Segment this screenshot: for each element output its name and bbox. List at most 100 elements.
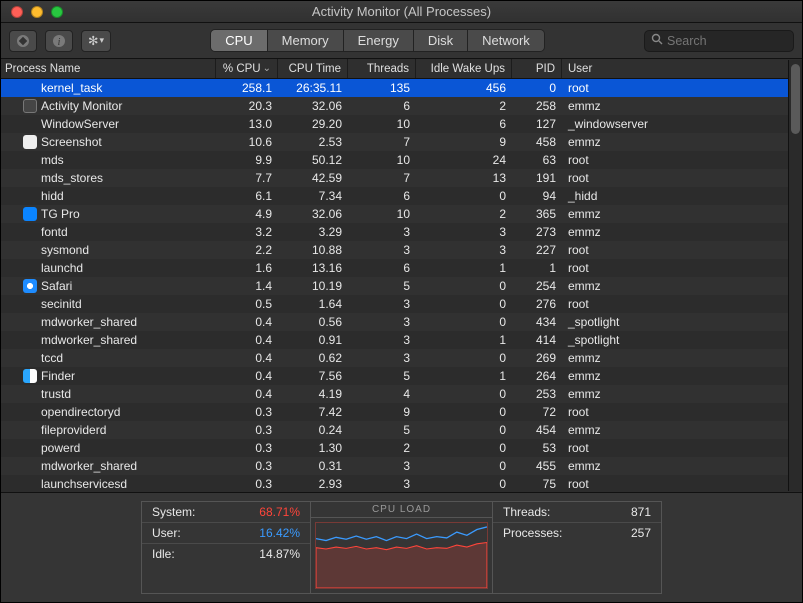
cpu-time-value: 50.12 (278, 151, 348, 169)
table-row[interactable]: Safari1.410.1950254emmz (1, 277, 802, 295)
process-icon (23, 135, 37, 149)
tab-cpu[interactable]: CPU (211, 30, 267, 51)
table-row[interactable]: kernel_task258.126:35.111354560root (1, 79, 802, 97)
threads-value: 10 (348, 205, 416, 223)
cpu-time-value: 7.42 (278, 403, 348, 421)
threads-value: 5 (348, 421, 416, 439)
cpu-value: 7.7 (216, 169, 278, 187)
cpu-time-value: 32.06 (278, 205, 348, 223)
cpu-value: 0.3 (216, 457, 278, 475)
user-value: emmz (562, 205, 802, 223)
table-row[interactable]: WindowServer13.029.20106127_windowserver (1, 115, 802, 133)
table-row[interactable]: mds9.950.12102463root (1, 151, 802, 169)
cpu-value: 258.1 (216, 79, 278, 97)
chart-title: CPU LOAD (311, 502, 492, 518)
user-value: emmz (562, 421, 802, 439)
process-name: mdworker_shared (41, 459, 137, 473)
cpu-value: 6.1 (216, 187, 278, 205)
footer: System:68.71% User:16.42% Idle:14.87% CP… (1, 492, 802, 602)
th-pid[interactable]: PID (512, 59, 562, 78)
user-value: emmz (562, 457, 802, 475)
threads-value: 3 (348, 295, 416, 313)
process-name: mdworker_shared (41, 333, 137, 347)
table-row[interactable]: hidd6.17.346094_hidd (1, 187, 802, 205)
user-value: emmz (562, 133, 802, 151)
table-row[interactable]: fileproviderd0.30.2450454emmz (1, 421, 802, 439)
table-row[interactable]: Screenshot10.62.5379458emmz (1, 133, 802, 151)
options-menu[interactable]: ✻ ▾ (81, 30, 111, 52)
table-row[interactable]: opendirectoryd0.37.429072root (1, 403, 802, 421)
table-row[interactable]: trustd0.44.1940253emmz (1, 385, 802, 403)
process-name: opendirectoryd (41, 405, 120, 419)
window-title: Activity Monitor (All Processes) (1, 4, 802, 19)
th-cpu[interactable]: % CPU (216, 59, 278, 78)
table-row[interactable]: Activity Monitor20.332.0662258emmz (1, 97, 802, 115)
process-name: Safari (41, 279, 72, 293)
idle-wakeups-value: 6 (416, 115, 512, 133)
user-value: _spotlight (562, 313, 802, 331)
process-name: TG Pro (41, 207, 80, 221)
table-row[interactable]: mdworker_shared0.40.9131414_spotlight (1, 331, 802, 349)
zoom-icon[interactable] (51, 6, 63, 18)
cpu-time-value: 0.91 (278, 331, 348, 349)
vertical-scrollbar[interactable] (788, 60, 802, 491)
threads-value: 2 (348, 439, 416, 457)
table-row[interactable]: powerd0.31.302053root (1, 439, 802, 457)
cpu-usage-panel: System:68.71% User:16.42% Idle:14.87% (141, 501, 311, 594)
user-value: root (562, 79, 802, 97)
table-row[interactable]: secinitd0.51.6430276root (1, 295, 802, 313)
table-row[interactable]: tccd0.40.6230269emmz (1, 349, 802, 367)
threads-label: Threads: (503, 505, 550, 519)
table-row[interactable]: mdworker_shared0.40.5630434_spotlight (1, 313, 802, 331)
titlebar: Activity Monitor (All Processes) (1, 1, 802, 23)
inspect-process-button[interactable]: i (45, 30, 73, 52)
threads-value: 3 (348, 475, 416, 492)
pid-value: 63 (512, 151, 562, 169)
table-row[interactable]: mdworker_shared0.30.3130455emmz (1, 457, 802, 475)
tab-network[interactable]: Network (468, 30, 544, 51)
th-user[interactable]: User (562, 59, 802, 78)
th-idle-wakeups[interactable]: Idle Wake Ups (416, 59, 512, 78)
process-name: powerd (41, 441, 80, 455)
table-row[interactable]: fontd3.23.2933273emmz (1, 223, 802, 241)
pid-value: 75 (512, 475, 562, 492)
pid-value: 253 (512, 385, 562, 403)
minimize-icon[interactable] (31, 6, 43, 18)
table-row[interactable]: mds_stores7.742.59713191root (1, 169, 802, 187)
cpu-value: 2.2 (216, 241, 278, 259)
table-row[interactable]: Finder0.47.5651264emmz (1, 367, 802, 385)
threads-value: 10 (348, 115, 416, 133)
stop-process-button[interactable] (9, 30, 37, 52)
cpu-value: 9.9 (216, 151, 278, 169)
close-icon[interactable] (11, 6, 23, 18)
table-row[interactable]: sysmond2.210.8833227root (1, 241, 802, 259)
threads-value: 3 (348, 313, 416, 331)
toolbar: i ✻ ▾ CPUMemoryEnergyDiskNetwork (1, 23, 802, 59)
th-process-name[interactable]: Process Name (1, 59, 216, 78)
table-row[interactable]: launchd1.613.16611root (1, 259, 802, 277)
th-threads[interactable]: Threads (348, 59, 416, 78)
pid-value: 264 (512, 367, 562, 385)
process-table-body: kernel_task258.126:35.111354560rootActiv… (1, 79, 802, 492)
cpu-time-value: 4.19 (278, 385, 348, 403)
th-cpu-time[interactable]: CPU Time (278, 59, 348, 78)
table-row[interactable]: TG Pro4.932.06102365emmz (1, 205, 802, 223)
tab-memory[interactable]: Memory (268, 30, 344, 51)
user-label: User: (152, 526, 181, 540)
table-row[interactable]: launchservicesd0.32.933075root (1, 475, 802, 492)
search-input[interactable] (667, 34, 787, 48)
process-name: secinitd (41, 297, 82, 311)
cpu-time-value: 2.93 (278, 475, 348, 492)
user-value: root (562, 151, 802, 169)
pid-value: 269 (512, 349, 562, 367)
pid-value: 254 (512, 277, 562, 295)
cpu-time-value: 32.06 (278, 97, 348, 115)
tab-disk[interactable]: Disk (414, 30, 468, 51)
idle-wakeups-value: 0 (416, 439, 512, 457)
search-field[interactable] (644, 30, 794, 52)
cpu-time-value: 7.34 (278, 187, 348, 205)
scrollbar-thumb[interactable] (791, 64, 800, 134)
tab-energy[interactable]: Energy (344, 30, 414, 51)
cpu-time-value: 0.24 (278, 421, 348, 439)
idle-wakeups-value: 2 (416, 205, 512, 223)
